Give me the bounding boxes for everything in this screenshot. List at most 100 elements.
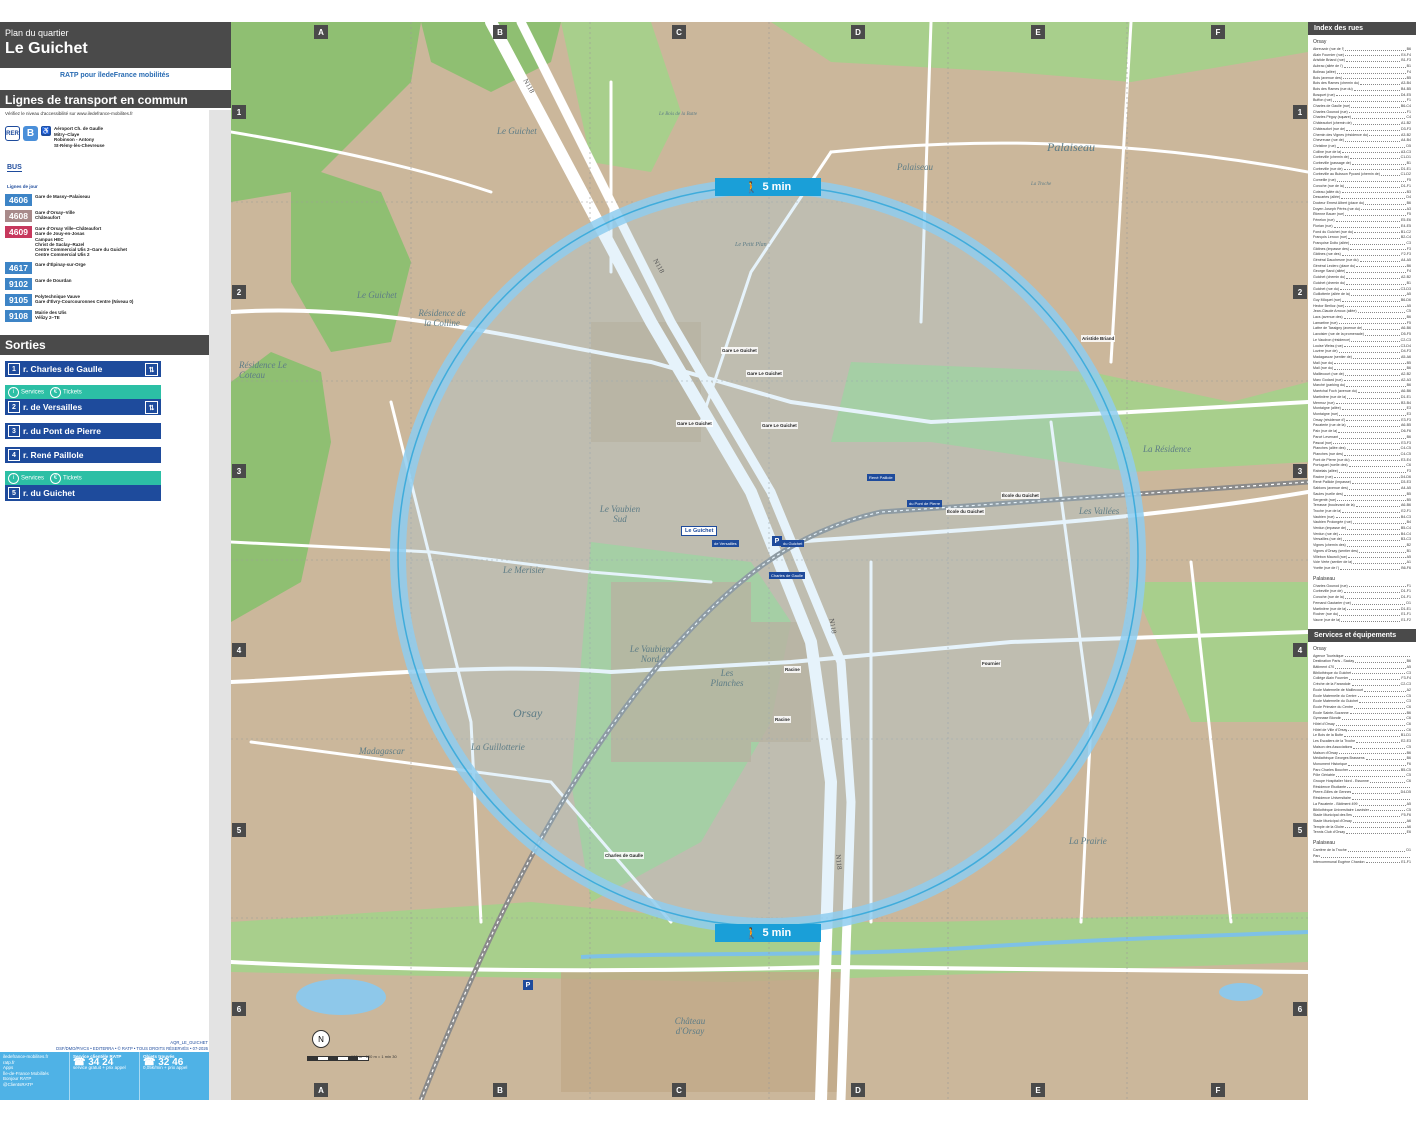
exit-street: r. Charles de Gaulle xyxy=(23,364,103,374)
bus-line-badge: 4608 xyxy=(5,210,32,222)
bus-line-destination: Gare de Dourdan xyxy=(35,277,72,283)
place-label: La Prairie xyxy=(1069,836,1107,846)
rer-b-icon: B xyxy=(23,126,38,141)
left-panel: Plan du quartier Le Guichet RATP pour îl… xyxy=(0,22,231,1100)
exit-street: r. du Guichet xyxy=(23,488,75,498)
place-label: Le Guichet xyxy=(357,290,397,300)
index-heading: Index des rues xyxy=(1308,22,1416,35)
col-marker-b-bottom: B xyxy=(493,1083,507,1097)
map-exit-4[interactable]: René Paillole xyxy=(867,474,895,481)
place-label: Madagascar xyxy=(359,746,405,756)
bus-stop[interactable]: Gare Le Guichet xyxy=(721,347,758,354)
exits-list: 1 r. Charles de Gaulle ⇅ i Services € Tickets 2… xyxy=(5,361,161,509)
bus-line-row: 4608 Gare d'Orsay–Ville Châteaufort xyxy=(5,210,205,222)
map-exit-2[interactable]: de Versailles xyxy=(712,540,739,547)
bus-stop[interactable]: Aristide Briand xyxy=(1081,335,1116,342)
rer-icon: RER xyxy=(5,126,20,141)
info-icon: i xyxy=(8,472,19,484)
ticket-icon: € xyxy=(50,472,62,484)
bus-line-badge: 4609 xyxy=(5,226,32,238)
pedestrian-icon: 🚶 xyxy=(744,181,759,194)
map-exit-1[interactable]: Charles de Gaulle xyxy=(769,572,806,579)
col-marker-c: C xyxy=(672,25,686,39)
walk-radius-circle xyxy=(390,178,1146,934)
exit-number: 1 xyxy=(8,363,20,375)
bus-stop[interactable]: Gare Le Guichet xyxy=(761,422,798,429)
place-label: Palaiseau xyxy=(1047,140,1095,154)
index-entry: Intercommunal Eugène Chanlon E1-F1 xyxy=(1313,859,1411,864)
row-marker-6-right: 6 xyxy=(1293,1002,1307,1016)
bus-line-row: 9102 Gare de Dourdan xyxy=(5,277,205,290)
bus-line-destination: Gare d'Orsay–Ville Châteaufort xyxy=(35,210,75,221)
bus-line-badge: 4617 xyxy=(5,261,32,274)
exit-label-bar: 1 r. Charles de Gaulle ⇅ xyxy=(5,361,161,377)
services-list-orsay: Agence Touristique Destination Paris - Sa… xyxy=(1313,654,1411,837)
bus-line-badge: 9108 xyxy=(5,309,32,322)
bus-line-destination: Polytechnique Vauve Gare d'Évry-Courcour… xyxy=(35,293,134,305)
services-heading: Services et équipements xyxy=(1308,628,1416,642)
bus-stop[interactable]: Gare Le Guichet xyxy=(676,420,713,427)
bus-line-destination: Gare de Massy–Palaiseau xyxy=(35,194,91,199)
map-exit-5[interactable]: du Guichet xyxy=(781,540,805,547)
bus-stop[interactable]: Gare Le Guichet xyxy=(746,370,783,377)
index-town: Orsay xyxy=(1313,39,1327,45)
services-town: Palaiseau xyxy=(1313,840,1335,847)
exit-item[interactable]: i Services € Tickets 5 r. du Guichet xyxy=(5,471,161,501)
street-index: Index des rues Orsay Abreuvoir (rue de l… xyxy=(1308,22,1416,1100)
exit-item[interactable]: 1 r. Charles de Gaulle ⇅ xyxy=(5,361,161,377)
street-list-palaiseau: Charles Gounod (rue) F1 Corbeville (rue de… xyxy=(1313,584,1411,624)
services-list-palaiseau: Carrière de la Troche D1 Parc Intercommunal… xyxy=(1313,848,1411,865)
operator-logos: RATP pour îledeFrance mobilités xyxy=(60,72,170,79)
bus-line-row: 9108 Mairie des Ulis Vélizy 2–TE xyxy=(5,309,205,322)
accessibility-note: Vérifiez le niveau d'accessibilité sur w… xyxy=(5,111,133,116)
bus-line-badge: 4606 xyxy=(5,194,32,206)
bus-label: BUS xyxy=(7,164,22,172)
exit-street: r. René Paillole xyxy=(23,450,84,460)
neighborhood-map[interactable]: A B C D E F A B C D E F 1 2 3 4 5 6 1 2 … xyxy=(231,22,1308,1100)
bus-line-destination: Gare d'Épinay-sur-Orge xyxy=(35,261,86,267)
plan-kicker: Plan du quartier xyxy=(5,28,69,38)
pedestrian-icon: 🚶 xyxy=(744,927,759,940)
bus-stop[interactable]: École du Guichet xyxy=(946,508,985,515)
place-label: Le Bois de la Butte xyxy=(659,112,698,117)
exit-item[interactable]: 4 r. René Paillole xyxy=(5,447,161,463)
row-marker-1: 1 xyxy=(232,105,246,119)
road-label: N118 xyxy=(833,854,844,870)
exit-item[interactable]: 3 r. du Pont de Pierre xyxy=(5,423,161,439)
bus-line-badge: 9102 xyxy=(5,277,32,290)
bus-stop[interactable]: Fournier xyxy=(981,660,1002,667)
station-label[interactable]: Le Guichet xyxy=(681,526,718,536)
bus-stop[interactable]: Charles de Gaulle xyxy=(604,852,645,859)
bus-stop[interactable]: Racine xyxy=(774,716,791,723)
credits: AQR_LE_GUICHET DSF/DMO/PIVCS • EDITERRA … xyxy=(56,1040,208,1051)
row-marker-4-right: 4 xyxy=(1293,643,1307,657)
bus-line-row: 4606 Gare de Massy–Palaiseau xyxy=(5,194,205,206)
place-label: La Troche xyxy=(1031,182,1052,187)
row-marker-3-right: 3 xyxy=(1293,464,1307,478)
map-exit-3[interactable]: du Pont de Pierre xyxy=(907,500,943,507)
walk-time-badge-bottom: 🚶 5 min xyxy=(715,924,821,942)
customer-service: Service clientèle RATP ☎ 34 24 service g… xyxy=(69,1052,139,1100)
exit-number: 2 xyxy=(8,401,20,413)
col-marker-b: B xyxy=(493,25,507,39)
plan-header: Plan du quartier Le Guichet xyxy=(0,22,231,68)
exit-number: 5 xyxy=(8,487,20,499)
place-label: Résidence de la Colline xyxy=(418,308,466,328)
row-marker-4: 4 xyxy=(232,643,246,657)
bus-stop[interactable]: École du Guichet xyxy=(1001,492,1040,499)
row-marker-5: 5 xyxy=(232,823,246,837)
place-label: Le Vaubien Sud xyxy=(599,504,641,524)
exit-services-bar: i Services € Tickets xyxy=(5,385,161,399)
wheelchair-icon: ♿ xyxy=(41,126,51,136)
exit-label-bar: 4 r. René Paillole xyxy=(5,447,161,463)
col-marker-f-bottom: F xyxy=(1211,1083,1225,1097)
place-label: Les Vallées xyxy=(1079,506,1120,516)
north-arrow-icon: N xyxy=(312,1030,330,1048)
place-label: Le Merisier xyxy=(503,565,546,575)
transport-lines-heading: Lignes de transport en commun xyxy=(0,90,231,108)
bus-stop[interactable]: Racine xyxy=(784,666,801,673)
row-marker-3: 3 xyxy=(232,464,246,478)
index-town: Palaiseau xyxy=(1313,575,1335,582)
exit-item[interactable]: i Services € Tickets 2 r. de Versailles ⇅ xyxy=(5,385,161,415)
place-label: Château d'Orsay xyxy=(674,1016,706,1036)
